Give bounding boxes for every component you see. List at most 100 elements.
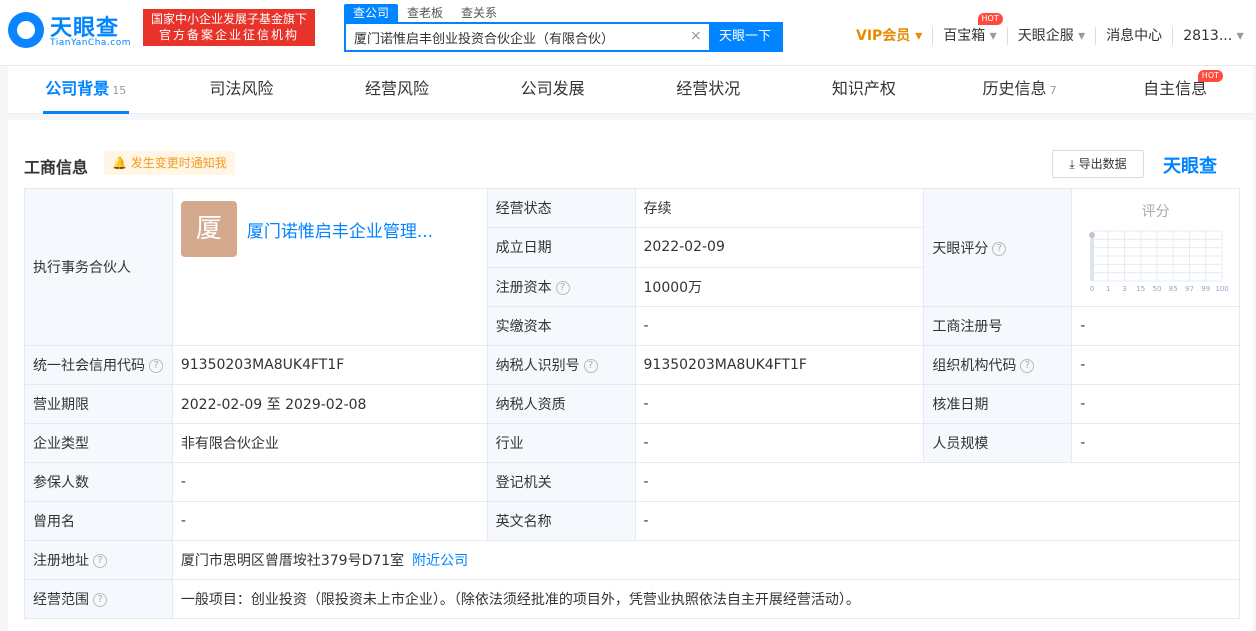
search-input[interactable] (346, 24, 686, 50)
caret-down-icon: ▾ (1078, 28, 1086, 44)
help-icon[interactable]: ? (149, 359, 163, 373)
export-label: 导出数据 (1078, 157, 1127, 171)
help-icon[interactable]: ? (583, 359, 598, 373)
type-label: 企业类型 (24, 423, 173, 463)
tab-company-background[interactable]: 公司背景 15 (8, 66, 164, 114)
logo[interactable]: 天眼查 TianYanCha.com (8, 10, 134, 50)
clear-icon[interactable]: × (690, 28, 702, 44)
brand-logo: 天眼查 (1163, 156, 1217, 177)
former-value: - (171, 501, 488, 541)
capital-label: 注册资本 (495, 279, 552, 296)
tab-legal-risk[interactable]: 司法风险 (164, 66, 320, 113)
org-label: 组织机构代码 (932, 358, 1017, 374)
table-row: 营业期限 2022-02-09 至 2029-02-08 纳税人资质 - 核准日… (24, 384, 1240, 424)
taxid-label-cell: 纳税人识别号? (486, 345, 636, 385)
partner-avatar: 厦 (180, 201, 237, 257)
partner-cell: 厦厦门诺惟启丰企业管理... (171, 188, 488, 346)
tab-label: 经营风险 (365, 79, 430, 98)
tab-count: 15 (112, 84, 127, 97)
score-tick-label: 100 (1216, 285, 1229, 293)
tab-search-company[interactable]: 查公司 (344, 4, 399, 22)
logo-sub: TianYanCha.com (50, 38, 132, 48)
staff-label: 人员规模 (923, 423, 1073, 463)
score-tick-label: 0 (1090, 285, 1094, 293)
founded-value: 2022-02-09 (634, 227, 925, 268)
credit-label: 统一社会信用代码 (33, 358, 145, 374)
notify-label: 发生变更时通知我 (130, 156, 227, 170)
tab-label: 历史信息 (982, 79, 1047, 98)
capital-label-cell: 注册资本? (486, 266, 636, 308)
tab-business-risk[interactable]: 经营风险 (319, 66, 475, 113)
credit-value: 91350203MA8UK4FT1F (171, 345, 488, 385)
table-row: 统一社会信用代码? 91350203MA8UK4FT1F 纳税人识别号? 913… (24, 345, 1240, 385)
help-icon[interactable]: ? (93, 593, 107, 607)
tab-company-development[interactable]: 公司发展 (475, 66, 631, 113)
partner-link[interactable]: 厦门诺惟启丰企业管理... (247, 222, 433, 242)
download-icon: ⤓ (1069, 157, 1075, 171)
table-row: 曾用名 - 英文名称 - (24, 501, 1240, 541)
baibao-menu[interactable]: 百宝箱 ▾ HOT (932, 13, 1006, 45)
tab-label: 公司发展 (520, 79, 585, 98)
user-menu[interactable]: 2813... ▾ (1172, 27, 1253, 45)
staff-value: - (1071, 423, 1240, 463)
nearby-companies-link[interactable]: 附近公司 (412, 553, 468, 569)
taxid-label: 纳税人识别号 (495, 358, 580, 374)
help-icon[interactable]: ? (555, 280, 570, 295)
approve-label: 核准日期 (923, 384, 1073, 424)
tab-intellectual-property[interactable]: 知识产权 (786, 66, 942, 113)
help-icon[interactable]: ? (1020, 359, 1035, 373)
search-button[interactable]: 天眼一下 (709, 24, 781, 50)
logo-eye-icon (8, 12, 44, 48)
reg-no-value: - (1071, 306, 1240, 346)
notify-change-button[interactable]: 🔔 发生变更时通知我 (104, 151, 235, 175)
credit-label-cell: 统一社会信用代码? (24, 345, 173, 385)
tab-search-boss[interactable]: 查老板 (398, 4, 452, 22)
term-label: 营业期限 (24, 384, 173, 424)
baibao-label: 百宝箱 (943, 28, 986, 44)
scope-label: 经营范围 (33, 592, 89, 608)
message-center[interactable]: 消息中心 (1095, 27, 1172, 45)
table-row: 执行事务合伙人 厦厦门诺惟启丰企业管理... 经营状态 存续 天眼评分? 评分 … (24, 187, 1240, 346)
caret-down-icon: ▾ (915, 28, 923, 44)
tab-history[interactable]: 历史信息 7 (942, 66, 1098, 113)
tab-search-relation[interactable]: 查关系 (452, 4, 506, 22)
score-tick-label: 85 (1169, 285, 1178, 293)
partner-label: 执行事务合伙人 (24, 188, 173, 346)
paid-value: - (634, 306, 925, 346)
qifu-menu[interactable]: 天眼企服 ▾ (1006, 27, 1095, 45)
reg-no-label: 工商注册号 (923, 306, 1073, 346)
status-label: 经营状态 (486, 187, 636, 229)
vip-menu[interactable]: VIP会员 ▾ (846, 27, 932, 45)
score-chart-box: 评分 0 1 3 15 50 85 97 99 100 (1072, 189, 1239, 306)
section-title: 工商信息 (24, 158, 89, 177)
address-cell: 厦门市思明区曾厝垵社379号D71室 附近公司 (171, 540, 1241, 580)
org-value: - (1071, 345, 1240, 385)
tab-self-info[interactable]: 自主信息 HOT (1097, 66, 1253, 113)
address-label-cell: 注册地址? (24, 540, 173, 580)
tab-operating-status[interactable]: 经营状况 (631, 66, 787, 113)
official-banner: 国家中小企业发展子基金旗下 官方备案企业征信机构 (143, 9, 315, 46)
tab-label: 经营状况 (676, 79, 741, 98)
search-box: × 天眼一下 (344, 22, 783, 52)
authority-value: - (634, 462, 1240, 502)
hot-badge: HOT (1197, 70, 1223, 82)
scope-value: 一般项目：创业投资（限投资未上市企业）。（除依法须经批准的项目外，凭营业执照依法… (171, 579, 1241, 619)
insured-label: 参保人数 (24, 462, 173, 502)
table-row: 企业类型 非有限合伙企业 行业 - 人员规模 - (24, 423, 1240, 463)
banner-line2: 官方备案企业征信机构 (158, 28, 299, 42)
score-label: 天眼评分 (932, 240, 989, 257)
score-tick-label: 1 (1106, 285, 1110, 293)
table-row: 经营范围? 一般项目：创业投资（限投资未上市企业）。（除依法须经批准的项目外，凭… (24, 579, 1241, 619)
industry-label: 行业 (486, 423, 636, 463)
user-label: 2813... (1183, 28, 1233, 44)
authority-label: 登记机关 (486, 462, 636, 502)
tab-label: 司法风险 (209, 79, 274, 98)
english-label: 英文名称 (486, 501, 636, 541)
help-icon[interactable]: ? (93, 554, 107, 568)
capital-value: 10000万 (634, 266, 925, 308)
paid-label: 实缴资本 (486, 306, 636, 346)
business-info-table: 执行事务合伙人 厦厦门诺惟启丰企业管理... 经营状态 存续 天眼评分? 评分 … (24, 187, 1241, 619)
tab-count: 7 (1049, 84, 1057, 97)
export-data-button[interactable]: ⤓ 导出数据 (1052, 150, 1144, 178)
help-icon[interactable]: ? (992, 241, 1007, 256)
